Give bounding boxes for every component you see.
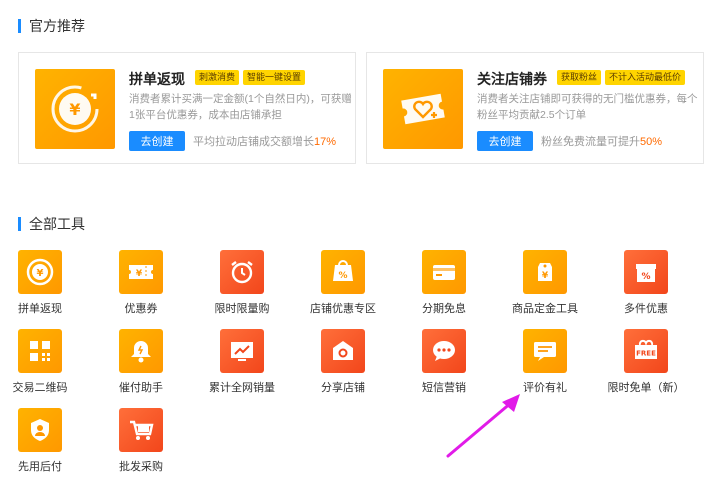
- store-icon: [321, 329, 365, 373]
- annotation-arrow-icon: [446, 394, 520, 458]
- tool-label: 催付助手: [119, 382, 163, 394]
- tool-label: 交易二维码: [12, 382, 68, 394]
- card-description: 消费者关注店铺即可获得的无门槛优惠券，每个粉丝平均贡献2.5个订单: [477, 93, 698, 121]
- tool-label: 店铺优惠专区: [310, 303, 376, 315]
- tool-label: 短信营销: [422, 382, 466, 394]
- svg-text:¥: ¥: [136, 269, 143, 279]
- svg-text:¥: ¥: [69, 100, 80, 119]
- all-tools-section-title: 全部工具: [18, 214, 85, 234]
- heart-ticket-icon: [383, 69, 463, 149]
- tool-label: 分期免息: [422, 303, 466, 315]
- recommend-card-follow-coupon: 关注店铺券 获取粉丝 不计入活动最低价 消费者关注店铺即可获得的无门槛优惠券，每…: [366, 52, 704, 164]
- tag: 获取粉丝: [557, 70, 602, 85]
- tag: 不计入活动最低价: [605, 70, 686, 85]
- tool-installment[interactable]: 分期免息: [402, 250, 486, 320]
- tool-wholesale[interactable]: 批发采购: [99, 408, 183, 478]
- card-name: 拼单返现: [129, 71, 185, 87]
- tag: 智能一键设置: [243, 70, 306, 85]
- tool-label: 多件优惠: [624, 303, 668, 315]
- stat-text: 平均拉动店铺成交额增长: [193, 136, 314, 148]
- tool-label: 优惠券: [124, 303, 158, 315]
- recommended-title: 官方推荐: [29, 18, 85, 34]
- tool-group-refund[interactable]: ¥ 拼单返现: [0, 250, 82, 320]
- chat-bubble-icon: [422, 329, 466, 373]
- recommended-section-title: 官方推荐: [18, 16, 85, 36]
- tool-store-discount-zone[interactable]: % 店铺优惠专区: [301, 250, 385, 320]
- tool-total-sales[interactable]: 累计全网销量: [200, 329, 284, 399]
- tool-label: 拼单返现: [18, 303, 62, 315]
- bell-icon: [119, 329, 163, 373]
- shield-user-icon: [18, 408, 62, 452]
- tool-label: 限时限量购: [214, 303, 270, 315]
- title-accent-bar: [18, 217, 21, 231]
- svg-text:%: %: [338, 271, 347, 281]
- create-button[interactable]: 去创建: [477, 131, 533, 151]
- stat-value: 50%: [640, 136, 663, 148]
- comment-icon: [523, 329, 567, 373]
- cart-icon: [119, 408, 163, 452]
- tool-label: 累计全网销量: [209, 382, 275, 394]
- stat-text: 粉丝免费流量可提升: [541, 136, 640, 148]
- all-tools-title: 全部工具: [29, 216, 85, 232]
- tool-multi-item-discount[interactable]: % 多件优惠: [604, 250, 688, 320]
- tool-label: 评价有礼: [523, 382, 567, 394]
- tool-payment-reminder[interactable]: 催付助手: [99, 329, 183, 399]
- tool-label: 先用后付: [18, 461, 62, 473]
- tool-label: 商品定金工具: [512, 303, 578, 315]
- yuan-refund-icon: ¥: [35, 69, 115, 149]
- tool-review-gift[interactable]: 评价有礼: [503, 329, 587, 399]
- free-badge-icon: FREE: [624, 329, 668, 373]
- svg-text:¥: ¥: [37, 268, 44, 279]
- yuan-circle-icon: ¥: [18, 250, 62, 294]
- discount-bag-icon: %: [321, 250, 365, 294]
- tool-pay-later[interactable]: 先用后付: [0, 408, 82, 478]
- price-tag-icon: ¥: [523, 250, 567, 294]
- credit-card-icon: [422, 250, 466, 294]
- svg-text:¥: ¥: [542, 271, 549, 281]
- tool-coupon[interactable]: ¥ 优惠券: [99, 250, 183, 320]
- stat-value: 17%: [314, 136, 337, 148]
- tool-trade-qrcode[interactable]: 交易二维码: [0, 329, 82, 399]
- card-stat: 粉丝免费流量可提升50%: [541, 133, 662, 149]
- tool-deposit[interactable]: ¥ 商品定金工具: [503, 250, 587, 320]
- alarm-clock-icon: [220, 250, 264, 294]
- create-button[interactable]: 去创建: [129, 131, 185, 151]
- card-stat: 平均拉动店铺成交额增长17%: [193, 133, 336, 149]
- card-name: 关注店铺券: [477, 71, 547, 87]
- title-accent-bar: [18, 19, 21, 33]
- tag: 刺激消费: [195, 70, 240, 85]
- tool-share-store[interactable]: 分享店铺: [301, 329, 385, 399]
- tool-label: 限时免单（新）: [607, 382, 685, 394]
- svg-text:%: %: [641, 272, 650, 282]
- qr-code-icon: [18, 329, 62, 373]
- tool-sms-marketing[interactable]: 短信营销: [402, 329, 486, 399]
- tool-label: 分享店铺: [321, 382, 365, 394]
- discount-box-icon: %: [624, 250, 668, 294]
- card-tags: 获取粉丝 不计入活动最低价: [557, 70, 686, 85]
- trend-chart-icon: [220, 329, 264, 373]
- tool-free-order[interactable]: FREE 限时免单（新）: [604, 329, 688, 399]
- recommend-card-group-refund: ¥ 拼单返现 刺激消费 智能一键设置 消费者累计买满一定金额(1个自然日内)，可…: [18, 52, 356, 164]
- coupon-icon: ¥: [119, 250, 163, 294]
- svg-text:FREE: FREE: [636, 350, 656, 358]
- tool-label: 批发采购: [119, 461, 163, 473]
- tool-flash-sale[interactable]: 限时限量购: [200, 250, 284, 320]
- card-description: 消费者累计买满一定金额(1个自然日内)，可获赠1张平台优惠券，成本由店铺承担: [129, 93, 352, 121]
- card-tags: 刺激消费 智能一键设置: [195, 70, 306, 85]
